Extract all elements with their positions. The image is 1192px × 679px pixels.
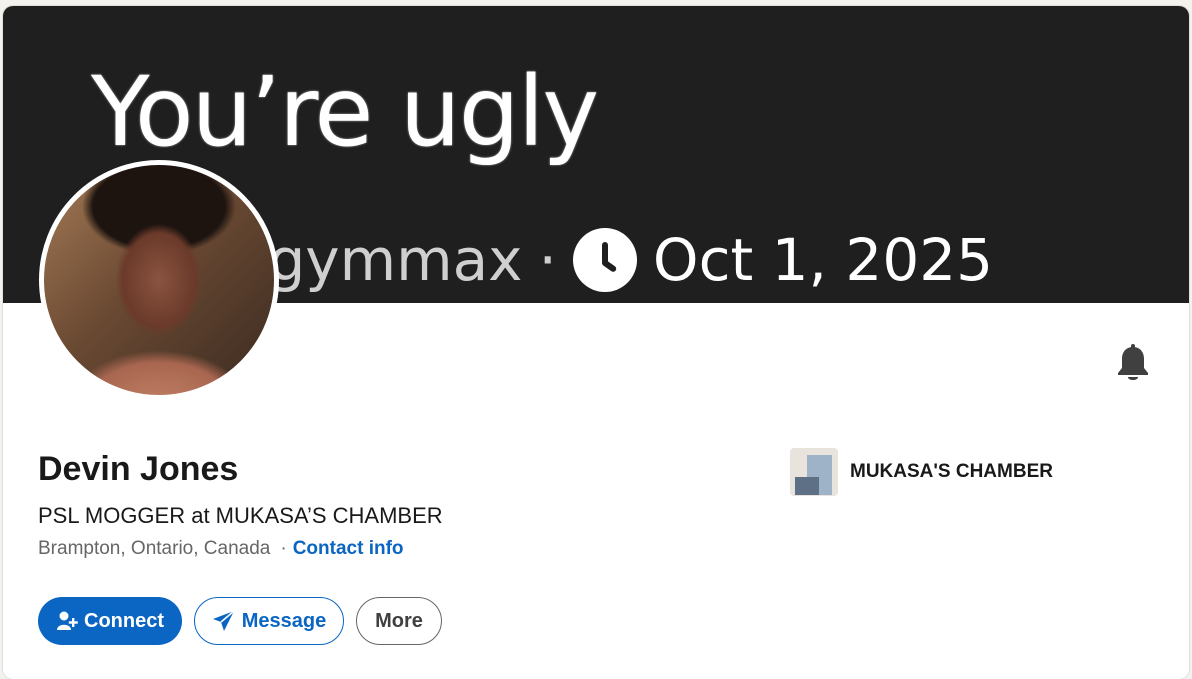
banner-headline: You’re ugly — [91, 56, 599, 168]
company-name: MUKASA'S CHAMBER — [850, 461, 1053, 482]
connect-label: Connect — [84, 609, 164, 632]
more-button[interactable]: More — [356, 597, 442, 645]
profile-card: You’re ugly ckgymmax · Oct 1, 2025 Devin… — [3, 6, 1189, 679]
profile-location: Brampton, Ontario, Canada — [38, 538, 271, 559]
connect-button[interactable]: Connect — [38, 597, 182, 645]
profile-name: Devin Jones — [38, 450, 239, 488]
message-button[interactable]: Message — [194, 597, 344, 645]
banner-date: Oct 1, 2025 — [652, 226, 994, 294]
add-person-icon — [56, 610, 78, 632]
clock-icon — [572, 228, 637, 292]
message-label: Message — [241, 609, 327, 632]
banner-meta: ckgymmax · Oct 1, 2025 — [203, 226, 993, 294]
bell-icon[interactable] — [1116, 344, 1150, 384]
avatar[interactable] — [39, 160, 279, 400]
current-company[interactable]: MUKASA'S CHAMBER — [790, 448, 1053, 496]
contact-info-link[interactable]: Contact info — [293, 538, 404, 560]
company-logo — [790, 448, 838, 496]
profile-headline: PSL MOGGER at MUKASA’S CHAMBER — [38, 503, 443, 528]
more-label: More — [375, 609, 423, 632]
banner-separator: · — [538, 226, 557, 294]
location-separator: · — [280, 538, 287, 559]
send-icon — [212, 610, 236, 632]
location-row: Brampton, Ontario, Canada · Contact info — [38, 538, 404, 560]
